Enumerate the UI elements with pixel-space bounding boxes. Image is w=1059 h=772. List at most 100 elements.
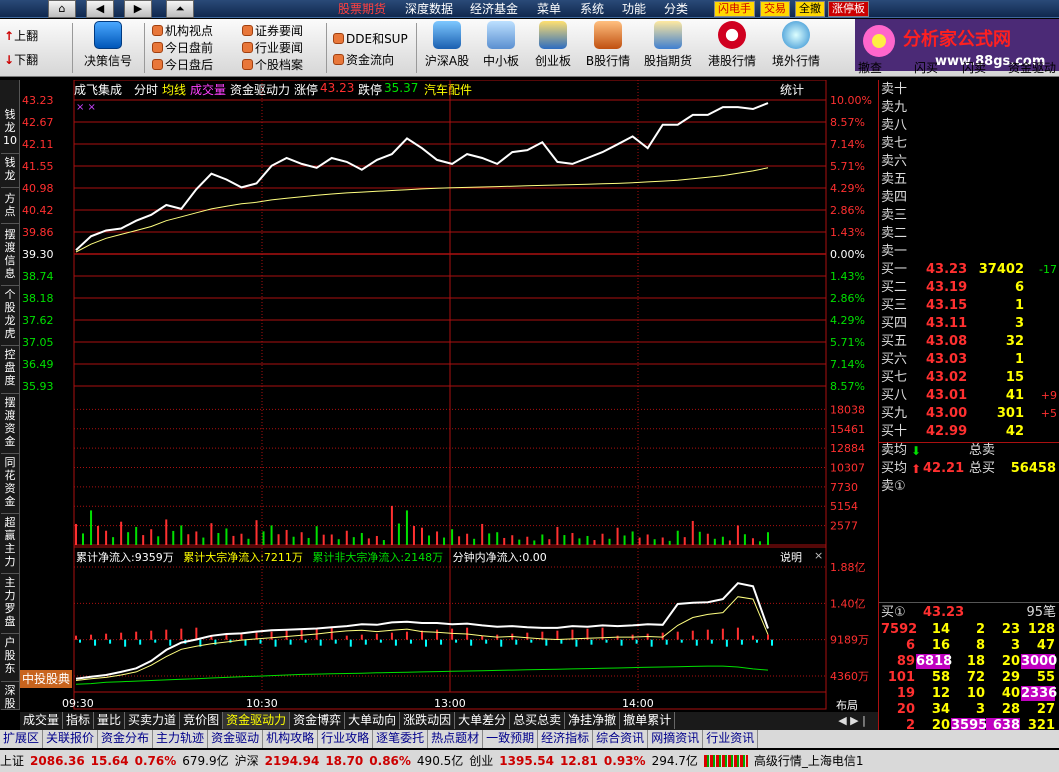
indicator-tab[interactable]: 成交量 xyxy=(20,712,64,729)
extension-tab[interactable]: 热点题材 xyxy=(428,730,484,748)
menu-item-function[interactable]: 功能 xyxy=(622,1,646,17)
indicator-tab[interactable]: 总买总卖 xyxy=(510,712,566,729)
indicator-tab[interactable]: 净挂净撤 xyxy=(565,712,621,729)
sell-level-row[interactable]: 卖七 xyxy=(879,135,1059,153)
menu-item-system[interactable]: 系统 xyxy=(580,1,604,17)
index-futures-button[interactable]: 股指期货 xyxy=(640,21,696,69)
extension-tab[interactable]: 资金驱动 xyxy=(208,730,264,748)
explain-button[interactable]: 说明 xyxy=(780,549,802,565)
extension-tab[interactable]: 资金分布 xyxy=(98,730,154,748)
left-tab-shareholder-sz[interactable]: 深股东 xyxy=(1,684,19,710)
toolbar-link-securities-news[interactable]: 证券要闻 xyxy=(242,22,303,39)
buy-level-row[interactable]: 买一 43.23 37402 -17 xyxy=(879,261,1059,279)
indicator-tab[interactable]: 资金博弈 xyxy=(290,712,346,729)
left-tab-fangdian[interactable]: 方点 xyxy=(1,192,19,224)
extension-tab[interactable]: 逐笔委托 xyxy=(373,730,429,748)
buy-level-row[interactable]: 买三 43.15 1 xyxy=(879,297,1059,315)
page-up-button[interactable]: ↑上翻 xyxy=(4,27,38,44)
chinext-button[interactable]: 创业板 xyxy=(530,21,576,69)
toolbar-link-stock-profile[interactable]: 个股档案 xyxy=(242,56,303,73)
menu-item-stocks[interactable]: 股票期货 xyxy=(338,1,386,17)
toolbar-link-capital-flow[interactable]: 资金流向 xyxy=(333,51,394,68)
indicator-tab[interactable]: 撤单累计 xyxy=(620,712,676,729)
indicator-tab[interactable]: 资金驱动力 xyxy=(223,712,291,729)
left-tab-main-compass[interactable]: 主力罗盘 xyxy=(1,576,19,634)
flash-trade-button[interactable]: 闪电手 xyxy=(714,1,755,17)
left-tab-qianlong[interactable]: 钱龙 xyxy=(1,156,19,188)
extension-tab[interactable]: 机构攻略 xyxy=(263,730,319,748)
sell-level-row[interactable]: 卖八 xyxy=(879,117,1059,135)
toolbar-link-flash-sell[interactable]: 闪卖 xyxy=(962,59,986,76)
a-shares-button[interactable]: 沪深A股 xyxy=(422,21,472,69)
indicator-tab[interactable]: 指标 xyxy=(63,712,95,729)
sell-level-row[interactable]: 卖十 xyxy=(879,81,1059,99)
toolbar-link-flash-buy[interactable]: 闪买 xyxy=(914,59,938,76)
sell-level-row[interactable]: 卖六 xyxy=(879,153,1059,171)
extension-tab[interactable]: 关联报价 xyxy=(43,730,99,748)
limit-up-button[interactable]: 涨停板 xyxy=(828,1,869,17)
extension-tab[interactable]: 经济指标 xyxy=(538,730,594,748)
left-tab-baidu-capital[interactable]: 摆渡资金 xyxy=(1,396,19,454)
sell-level-row[interactable]: 卖九 xyxy=(879,99,1059,117)
extension-tab[interactable]: 综合资讯 xyxy=(593,730,649,748)
nav-arrows[interactable]: ◀ ▶ | xyxy=(826,712,878,730)
cancel-all-button[interactable]: 全撤 xyxy=(795,1,825,17)
sell-level-row[interactable]: 卖五 xyxy=(879,171,1059,189)
server-name[interactable]: 高级行情_上海电信1 xyxy=(754,754,864,768)
buy-level-row[interactable]: 买四 43.11 3 xyxy=(879,315,1059,333)
sell-level-row[interactable]: 卖二 xyxy=(879,225,1059,243)
page-down-button[interactable]: ↓下翻 xyxy=(4,51,38,68)
left-tab-control[interactable]: 控盘度 xyxy=(1,348,19,394)
extension-tab[interactable]: 网摘资讯 xyxy=(648,730,704,748)
left-tab-qianlong10[interactable]: 钱龙10 xyxy=(1,108,19,154)
sell-level-row[interactable]: 卖一 xyxy=(879,243,1059,261)
buy-level-row[interactable]: 买六 43.03 1 xyxy=(879,351,1059,369)
indicator-tab[interactable]: 量比 xyxy=(94,712,126,729)
back-icon[interactable]: ◀ xyxy=(86,0,114,18)
menu-item-category[interactable]: 分类 xyxy=(664,1,688,17)
left-tab-super-main[interactable]: 超赢主力 xyxy=(1,516,19,574)
toolbar-link-industry-news[interactable]: 行业要闻 xyxy=(242,39,303,56)
toolbar-link-cancel-check[interactable]: 撤查 xyxy=(858,59,882,76)
menu-item-depth[interactable]: 深度数据 xyxy=(405,1,453,17)
close-icon[interactable]: × xyxy=(814,549,823,562)
toolbar-link-dde[interactable]: DDE和SUP xyxy=(333,30,408,47)
left-tab-baidu-info[interactable]: 摆渡信息 xyxy=(1,228,19,286)
extension-tab[interactable]: 扩展区 xyxy=(0,730,44,748)
left-tab-shareholder-sh[interactable]: 户股东 xyxy=(1,636,19,682)
extension-tab[interactable]: 行业资讯 xyxy=(703,730,759,748)
sell-level-row[interactable]: 卖四 xyxy=(879,189,1059,207)
left-tab-ths-capital[interactable]: 同花资金 xyxy=(1,456,19,514)
toolbar-link-capital-drive[interactable]: 资金驱动 xyxy=(1008,59,1056,76)
toolbar-link-institution[interactable]: 机构视点 xyxy=(152,22,213,39)
up-icon[interactable]: ⏶ xyxy=(166,0,194,18)
sme-board-button[interactable]: 中小板 xyxy=(478,21,524,69)
menu-item-funds[interactable]: 经济基金 xyxy=(470,1,518,17)
left-tab-dragon-tiger[interactable]: 个股龙虎 xyxy=(1,288,19,346)
toolbar-link-premarket[interactable]: 今日盘前 xyxy=(152,39,213,56)
layout-button[interactable]: 布局 xyxy=(836,697,858,713)
indicator-tab[interactable]: 大单差分 xyxy=(455,712,511,729)
buy-level-row[interactable]: 买八 43.01 41 +9 xyxy=(879,387,1059,405)
indicator-tab[interactable]: 大单动向 xyxy=(345,712,401,729)
buy-level-row[interactable]: 买九 43.00 301 +5 xyxy=(879,405,1059,423)
toolbar-link-postmarket[interactable]: 今日盘后 xyxy=(152,56,213,73)
buy-level-row[interactable]: 买二 43.19 6 xyxy=(879,279,1059,297)
decision-signal-button[interactable]: 决策信号 xyxy=(82,21,134,69)
sell-level-row[interactable]: 卖三 xyxy=(879,207,1059,225)
buy-level-row[interactable]: 买七 43.02 15 xyxy=(879,369,1059,387)
extension-tab[interactable]: 主力轨迹 xyxy=(153,730,209,748)
home-icon[interactable]: ⌂ xyxy=(48,0,76,18)
menu-item-menu[interactable]: 菜单 xyxy=(537,1,561,17)
overseas-button[interactable]: 境外行情 xyxy=(768,21,824,69)
b-shares-button[interactable]: B股行情 xyxy=(582,21,634,69)
extension-tab[interactable]: 行业攻略 xyxy=(318,730,374,748)
indicator-tab[interactable]: 竞价图 xyxy=(180,712,224,729)
forward-icon[interactable]: ▶ xyxy=(124,0,152,18)
buy-level-row[interactable]: 买五 43.08 32 xyxy=(879,333,1059,351)
trade-button[interactable]: 交易 xyxy=(760,1,790,17)
indicator-tab[interactable]: 涨跌动因 xyxy=(400,712,456,729)
extension-tab[interactable]: 一致预期 xyxy=(483,730,539,748)
buy-level-row[interactable]: 买十 42.99 42 xyxy=(879,423,1059,441)
hk-stocks-button[interactable]: 港股行情 xyxy=(704,21,760,69)
